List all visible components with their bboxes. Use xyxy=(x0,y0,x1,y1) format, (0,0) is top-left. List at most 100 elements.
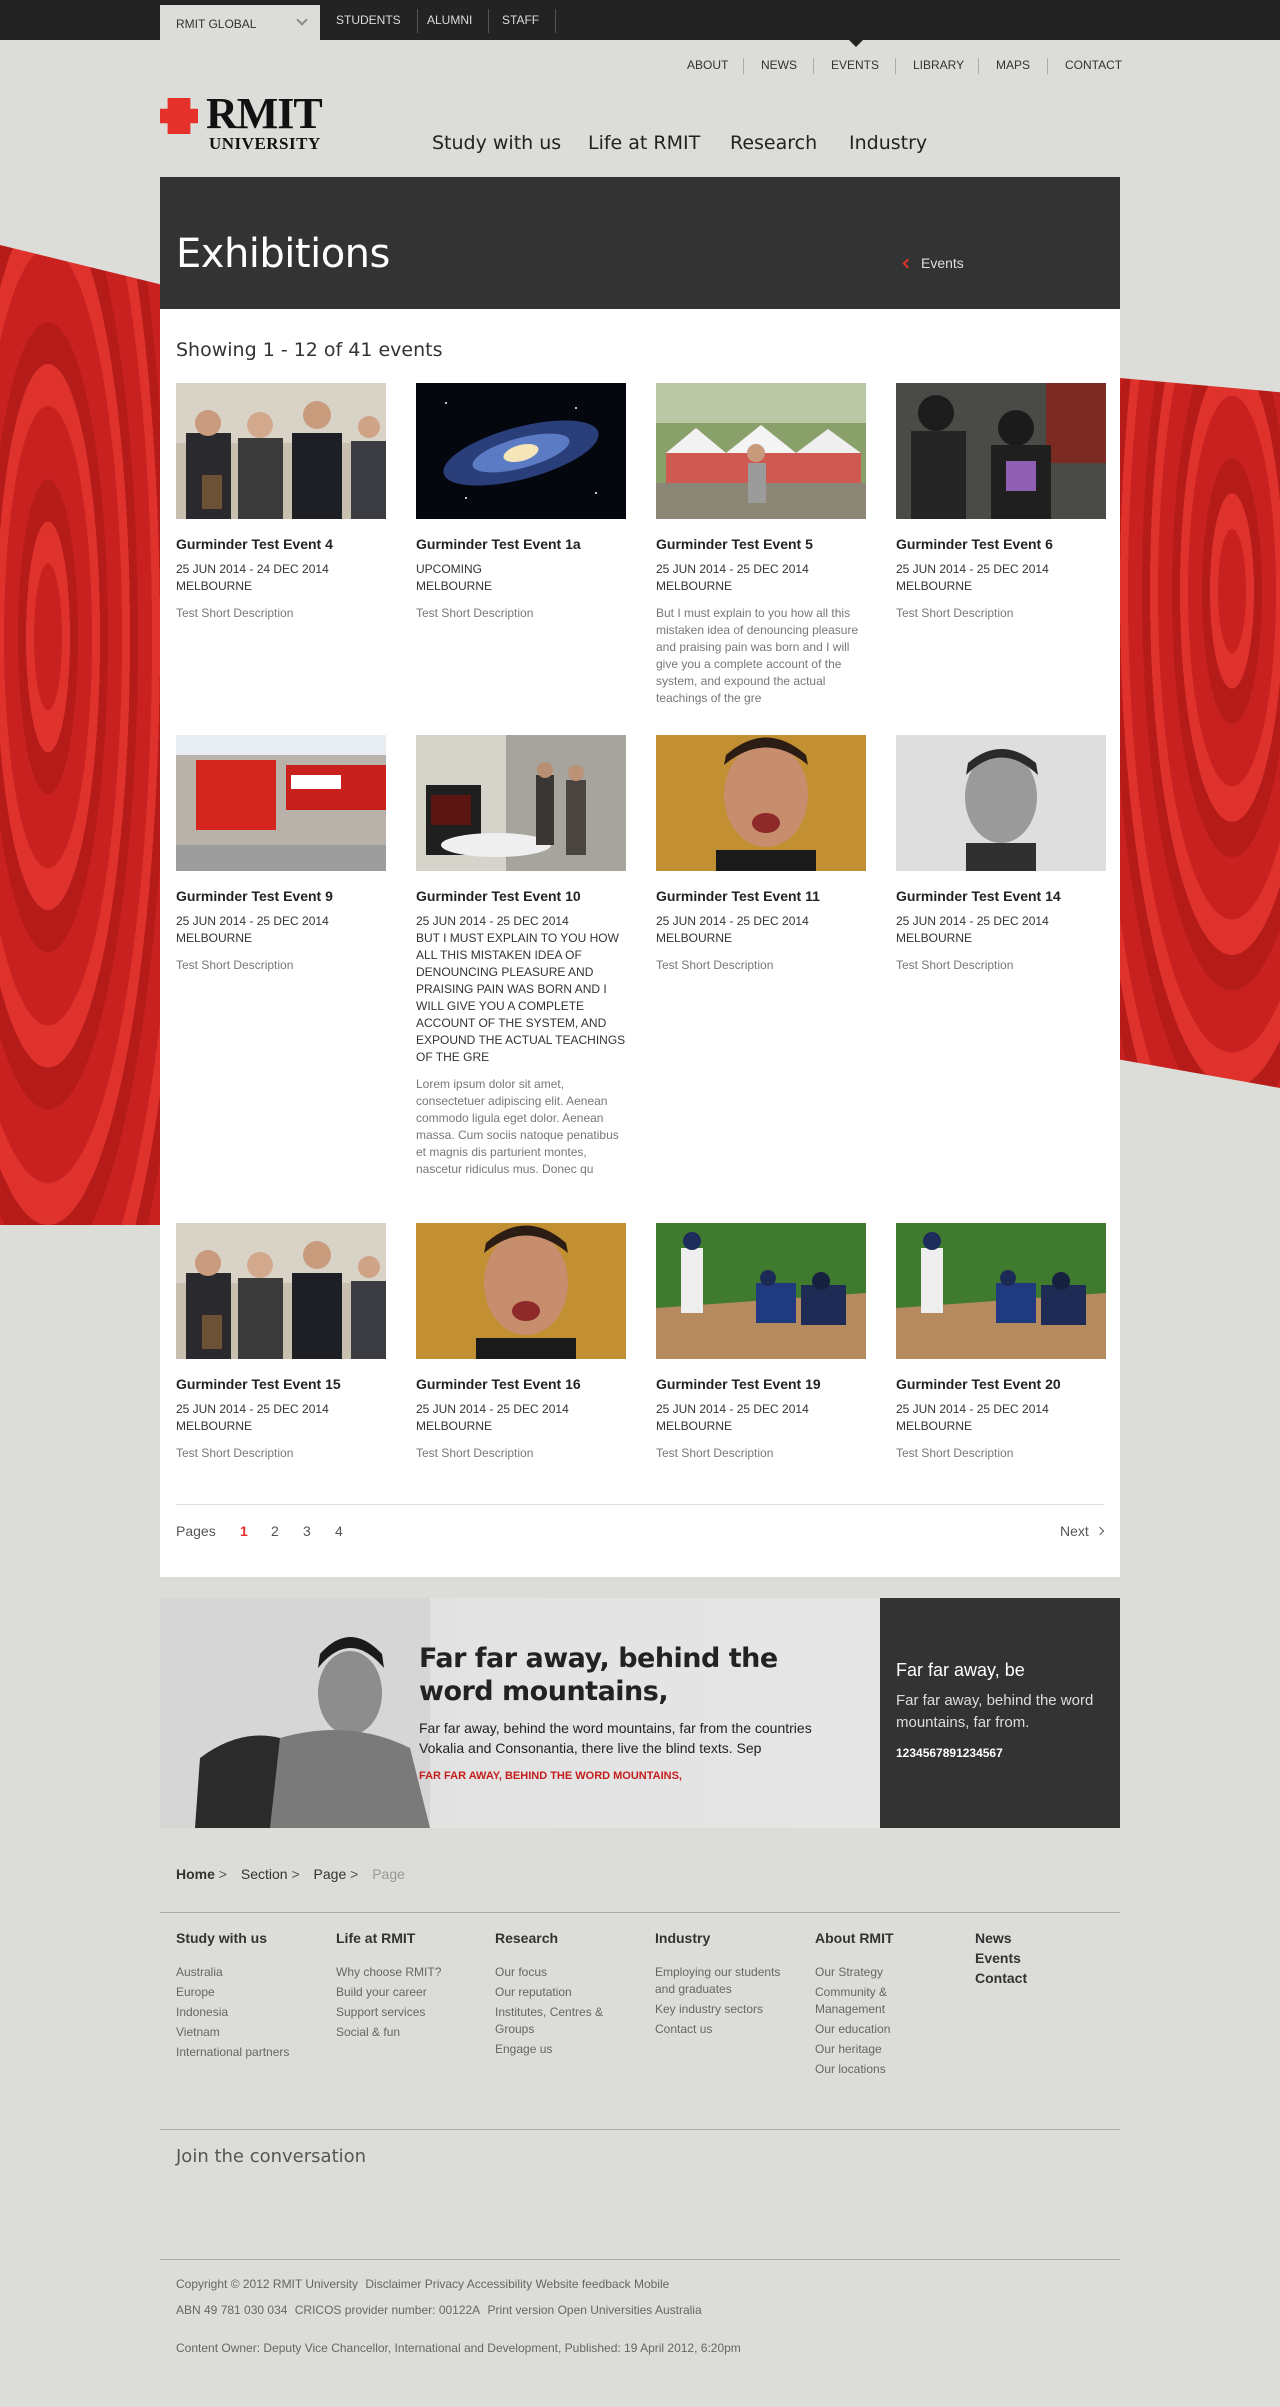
rmit-logo[interactable]: RMIT UNIVERSITY xyxy=(160,92,330,156)
event-card[interactable]: Gurminder Test Event 20 25 JUN 2014 - 25… xyxy=(896,1223,1106,1462)
event-card[interactable]: Gurminder Test Event 11 25 JUN 2014 - 25… xyxy=(656,735,866,974)
event-title[interactable]: Gurminder Test Event 19 xyxy=(656,1375,866,1393)
website-feedback-link[interactable]: Website feedback xyxy=(535,2277,630,2291)
print-version-link[interactable]: Print version xyxy=(488,2303,555,2317)
util-link-about[interactable]: ABOUT xyxy=(670,58,745,74)
util-link-maps[interactable]: MAPS xyxy=(978,58,1047,74)
decorative-red-background-left xyxy=(0,245,160,1225)
footer-link[interactable]: Our Strategy xyxy=(815,1964,925,1981)
page-2-link[interactable]: 2 xyxy=(271,1523,279,1539)
rmit-global-dropdown[interactable]: RMIT GLOBAL xyxy=(160,5,320,40)
footer-link-contact[interactable]: Contact xyxy=(975,1970,1125,1987)
footer-link[interactable]: Our education xyxy=(815,2021,925,2038)
event-title[interactable]: Gurminder Test Event 5 xyxy=(656,535,866,553)
event-title[interactable]: Gurminder Test Event 6 xyxy=(896,535,1106,553)
main-nav-industry[interactable]: Industry xyxy=(849,132,927,154)
next-page-button[interactable]: Next xyxy=(1060,1523,1105,1539)
event-meta: 25 JUN 2014 - 25 DEC 2014 MELBOURNE xyxy=(656,561,866,595)
page-1-link[interactable]: 1 xyxy=(240,1523,248,1539)
topbar-link-students[interactable]: STUDENTS xyxy=(320,9,418,33)
util-link-news[interactable]: NEWS xyxy=(743,58,814,74)
event-description: Test Short Description xyxy=(176,1446,294,1460)
event-title[interactable]: Gurminder Test Event 4 xyxy=(176,535,386,553)
promo-banner[interactable]: Far far away, behind the word mountains,… xyxy=(160,1598,880,1828)
page-4-link[interactable]: 4 xyxy=(335,1523,343,1539)
footer-link[interactable]: Engage us xyxy=(495,2041,625,2058)
footer-link[interactable]: Contact us xyxy=(655,2021,795,2038)
page-3-link[interactable]: 3 xyxy=(303,1523,311,1539)
promo-cta-link[interactable]: FAR FAR AWAY, BEHIND THE WORD MOUNTAINS, xyxy=(419,1770,682,1782)
footer-link[interactable]: Support services xyxy=(336,2004,486,2021)
footer-heading[interactable]: About RMIT xyxy=(815,1930,925,1946)
footer-link[interactable]: Vietnam xyxy=(176,2024,326,2041)
event-card[interactable]: Gurminder Test Event 16 25 JUN 2014 - 25… xyxy=(416,1223,626,1462)
event-card[interactable]: Gurminder Test Event 1a UPCOMING MELBOURN… xyxy=(416,383,626,622)
footer-column-life: Life at RMIT Why choose RMIT? Build your… xyxy=(336,1930,486,2044)
event-location: MELBOURNE xyxy=(656,579,733,593)
event-title[interactable]: Gurminder Test Event 20 xyxy=(896,1375,1106,1393)
footer-heading[interactable]: Life at RMIT xyxy=(336,1930,486,1946)
event-meta: 25 JUN 2014 - 25 DEC 2014 MELBOURNE xyxy=(176,1401,386,1435)
breadcrumb-page[interactable]: Page xyxy=(314,1866,347,1882)
disclaimer-link[interactable]: Disclaimer xyxy=(365,2277,421,2291)
event-meta: 25 JUN 2014 - 25 DEC 2014 MELBOURNE xyxy=(656,1401,866,1435)
footer-link[interactable]: Indonesia xyxy=(176,2004,326,2021)
footer-link[interactable]: Why choose RMIT? xyxy=(336,1964,486,1981)
footer-link[interactable]: Social & fun xyxy=(336,2024,486,2041)
topbar-link-staff[interactable]: STAFF xyxy=(486,9,557,33)
building-banners-image xyxy=(176,735,386,871)
footer-heading[interactable]: Research xyxy=(495,1930,625,1946)
event-title[interactable]: Gurminder Test Event 10 xyxy=(416,887,626,905)
event-title[interactable]: Gurminder Test Event 14 xyxy=(896,887,1106,905)
footer-link[interactable]: Europe xyxy=(176,1984,326,2001)
footer-link[interactable]: International partners xyxy=(176,2044,326,2061)
footer-link[interactable]: Our focus xyxy=(495,1964,625,1981)
event-card[interactable]: Gurminder Test Event 10 25 JUN 2014 - 25… xyxy=(416,735,626,1178)
main-nav-study-with-us[interactable]: Study with us xyxy=(432,132,561,154)
footer-link[interactable]: Employing our students and graduates xyxy=(655,1964,795,1998)
footer-link[interactable]: Key industry sectors xyxy=(655,2001,795,2018)
topbar-link-alumni[interactable]: ALUMNI xyxy=(411,9,490,33)
back-to-events-link[interactable]: Events xyxy=(902,255,964,271)
footer-link[interactable]: Institutes, Centres & Groups xyxy=(495,2004,625,2038)
footer-link[interactable]: Our locations xyxy=(815,2061,925,2078)
footer-link[interactable]: Community & Management xyxy=(815,1984,925,2018)
footer-link[interactable]: Our reputation xyxy=(495,1984,625,2001)
footer-link[interactable]: Our heritage xyxy=(815,2041,925,2058)
accessibility-link[interactable]: Accessibility xyxy=(467,2277,532,2291)
open-universities-link[interactable]: Open Universities Australia xyxy=(558,2303,702,2317)
event-location: MELBOURNE xyxy=(896,1419,973,1433)
event-title[interactable]: Gurminder Test Event 9 xyxy=(176,887,386,905)
util-link-contact[interactable]: CONTACT xyxy=(1047,58,1139,74)
event-title[interactable]: Gurminder Test Event 16 xyxy=(416,1375,626,1393)
event-card[interactable]: Gurminder Test Event 9 25 JUN 2014 - 25 … xyxy=(176,735,386,974)
event-card[interactable]: Gurminder Test Event 19 25 JUN 2014 - 25… xyxy=(656,1223,866,1462)
decorative-red-background-right xyxy=(1120,378,1280,1088)
promo-heading: Far far away, behind the word mountains, xyxy=(419,1643,778,1707)
event-card[interactable]: Gurminder Test Event 5 25 JUN 2014 - 25 … xyxy=(656,383,866,707)
breadcrumb-home[interactable]: Home xyxy=(176,1866,215,1882)
util-link-events[interactable]: EVENTS xyxy=(813,58,896,74)
event-card[interactable]: Gurminder Test Event 6 25 JUN 2014 - 25 … xyxy=(896,383,1106,622)
breadcrumb: Home > Section > Page > Page xyxy=(176,1866,415,1882)
event-description: Test Short Description xyxy=(416,606,534,620)
event-title[interactable]: Gurminder Test Event 1a xyxy=(416,535,626,553)
breadcrumb-section[interactable]: Section xyxy=(241,1866,288,1882)
footer-link-events[interactable]: Events xyxy=(975,1950,1125,1967)
event-title[interactable]: Gurminder Test Event 11 xyxy=(656,887,866,905)
event-card[interactable]: Gurminder Test Event 15 25 JUN 2014 - 25… xyxy=(176,1223,386,1462)
mobile-link[interactable]: Mobile xyxy=(634,2277,669,2291)
main-nav-life-at-rmit[interactable]: Life at RMIT xyxy=(588,132,700,154)
event-card[interactable]: Gurminder Test Event 4 25 JUN 2014 - 24 … xyxy=(176,383,386,622)
privacy-link[interactable]: Privacy xyxy=(425,2277,464,2291)
main-nav-research[interactable]: Research xyxy=(730,132,817,154)
event-date: 25 JUN 2014 - 25 DEC 2014 xyxy=(896,562,1049,576)
event-title[interactable]: Gurminder Test Event 15 xyxy=(176,1375,386,1393)
footer-link[interactable]: Build your career xyxy=(336,1984,486,2001)
footer-heading[interactable]: Study with us xyxy=(176,1930,326,1946)
footer-link-news[interactable]: News xyxy=(975,1930,1125,1947)
footer-link[interactable]: Australia xyxy=(176,1964,326,1981)
util-link-library[interactable]: LIBRARY xyxy=(895,58,981,74)
event-card[interactable]: Gurminder Test Event 14 25 JUN 2014 - 25… xyxy=(896,735,1106,974)
footer-heading[interactable]: Industry xyxy=(655,1930,795,1946)
